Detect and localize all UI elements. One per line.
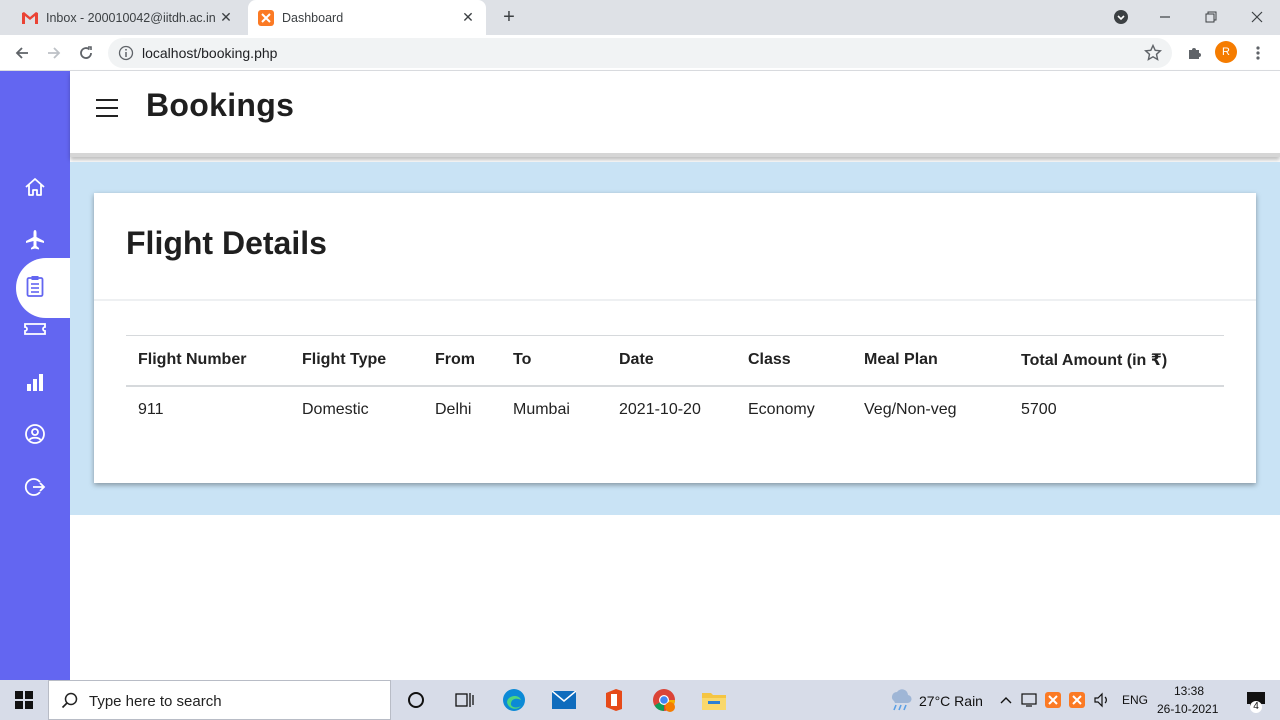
reload-icon[interactable] [72, 39, 100, 67]
sidebar-item-home[interactable] [0, 164, 70, 214]
tab-dashboard[interactable]: Dashboard ✕ [248, 0, 486, 35]
cell-flight-number: 911 [138, 401, 164, 418]
tab-inbox[interactable]: Inbox - 200010042@iitdh.ac.in - I ✕ [12, 0, 244, 35]
column-header: Flight Number [126, 335, 290, 387]
chrome-icon[interactable] [640, 680, 688, 720]
user-icon [24, 423, 46, 450]
home-icon [24, 176, 46, 203]
more-menu-icon[interactable] [1244, 39, 1272, 67]
xampp-tray-icon[interactable] [1066, 680, 1088, 720]
close-window-icon[interactable] [1243, 4, 1271, 30]
notification-count: 4 [1250, 701, 1262, 713]
column-header: To [501, 335, 607, 387]
file-explorer-icon[interactable] [690, 680, 738, 720]
cell-from: Delhi [435, 401, 472, 418]
column-header: From [423, 335, 501, 387]
sidebar-item-logout[interactable] [0, 464, 70, 514]
xampp-icon [258, 9, 274, 26]
back-arrow-icon[interactable] [8, 39, 36, 67]
logout-icon [24, 476, 46, 503]
plane-icon [24, 229, 46, 256]
flight-details-card: Flight Details Flight Number Flight Type… [94, 193, 1256, 483]
column-header: Meal Plan [852, 335, 1009, 387]
address-bar[interactable]: localhost/booking.php [108, 38, 1172, 68]
sidebar-item-tickets[interactable] [0, 306, 70, 356]
cell-flight-type: Domestic [302, 401, 369, 418]
column-header: Date [607, 335, 736, 387]
url-text: localhost/booking.php [142, 45, 278, 61]
column-header: Flight Type [290, 335, 423, 387]
cell-class: Economy [748, 401, 815, 418]
windows-taskbar: Type here to search 27°C Rain ENG 13:38 … [0, 680, 1280, 720]
search-placeholder: Type here to search [89, 693, 222, 710]
cell-meal-plan: Veg/Non-veg [864, 401, 957, 418]
xampp-tray-icon[interactable] [1042, 680, 1064, 720]
clock-date[interactable]: 26-10-2021 [1157, 702, 1218, 716]
table-header-row: Flight Number Flight Type From To Date C… [126, 335, 1224, 387]
sidebar-item-profile[interactable] [0, 411, 70, 461]
tab-title: Inbox - 200010042@iitdh.ac.in - I [46, 10, 218, 25]
tab-title: Dashboard [282, 10, 344, 25]
weather-text[interactable]: 27°C Rain [919, 693, 983, 709]
sidebar [0, 71, 70, 680]
task-view-icon[interactable] [440, 680, 488, 720]
tab-search-icon[interactable] [1107, 4, 1135, 30]
sidebar-item-stats[interactable] [0, 359, 70, 409]
monitor-app-icon[interactable] [1018, 680, 1040, 720]
app-header: Bookings [70, 71, 1280, 157]
close-icon[interactable]: ✕ [460, 9, 476, 26]
menu-icon[interactable] [96, 99, 118, 117]
bookmark-star-icon[interactable] [1143, 43, 1163, 67]
minimize-icon[interactable] [1151, 4, 1179, 30]
cell-to: Mumbai [513, 401, 570, 418]
gmail-icon [22, 10, 38, 26]
info-icon[interactable] [118, 45, 134, 66]
cortana-icon[interactable] [392, 680, 440, 720]
extensions-icon[interactable] [1180, 39, 1208, 67]
taskbar-search-box[interactable]: Type here to search [48, 680, 391, 720]
column-header: Class [736, 335, 852, 387]
flight-details-table: Flight Number Flight Type From To Date C… [126, 335, 1224, 434]
new-tab-button[interactable]: + [498, 6, 520, 28]
browser-toolbar: localhost/booking.php R [0, 35, 1280, 71]
windows-start-icon[interactable] [0, 680, 48, 720]
ticket-icon [24, 318, 46, 345]
browser-tab-strip: Inbox - 200010042@iitdh.ac.in - I ✕ Dash… [0, 0, 1280, 35]
close-icon[interactable]: ✕ [218, 9, 234, 26]
office-icon[interactable] [590, 680, 638, 720]
language-indicator[interactable]: ENG [1122, 693, 1148, 707]
restore-icon[interactable] [1197, 4, 1225, 30]
main-content: Flight Details Flight Number Flight Type… [70, 162, 1280, 515]
card-header: Flight Details [94, 193, 1256, 301]
chevron-up-icon[interactable] [996, 680, 1016, 720]
edge-browser-icon[interactable] [490, 680, 538, 720]
clock-time[interactable]: 13:38 [1174, 684, 1204, 698]
profile-avatar[interactable]: R [1215, 41, 1237, 63]
speaker-icon[interactable] [1090, 680, 1114, 720]
card-title: Flight Details [126, 225, 327, 261]
cell-date: 2021-10-20 [619, 401, 701, 418]
page-title: Bookings [146, 87, 295, 123]
cell-total-amount: 5700 [1021, 401, 1057, 418]
mail-icon[interactable] [540, 680, 588, 720]
column-header: Total Amount (in ₹) [1009, 335, 1224, 387]
weather-rain-icon[interactable] [876, 680, 924, 720]
forward-arrow-icon[interactable] [40, 39, 68, 67]
search-icon [61, 692, 79, 715]
chart-icon [24, 371, 46, 398]
notification-icon[interactable] [1232, 680, 1280, 720]
table-row: 911 Domestic Delhi Mumbai 2021-10-20 Eco… [126, 386, 1224, 434]
clipboard-icon [24, 275, 46, 302]
